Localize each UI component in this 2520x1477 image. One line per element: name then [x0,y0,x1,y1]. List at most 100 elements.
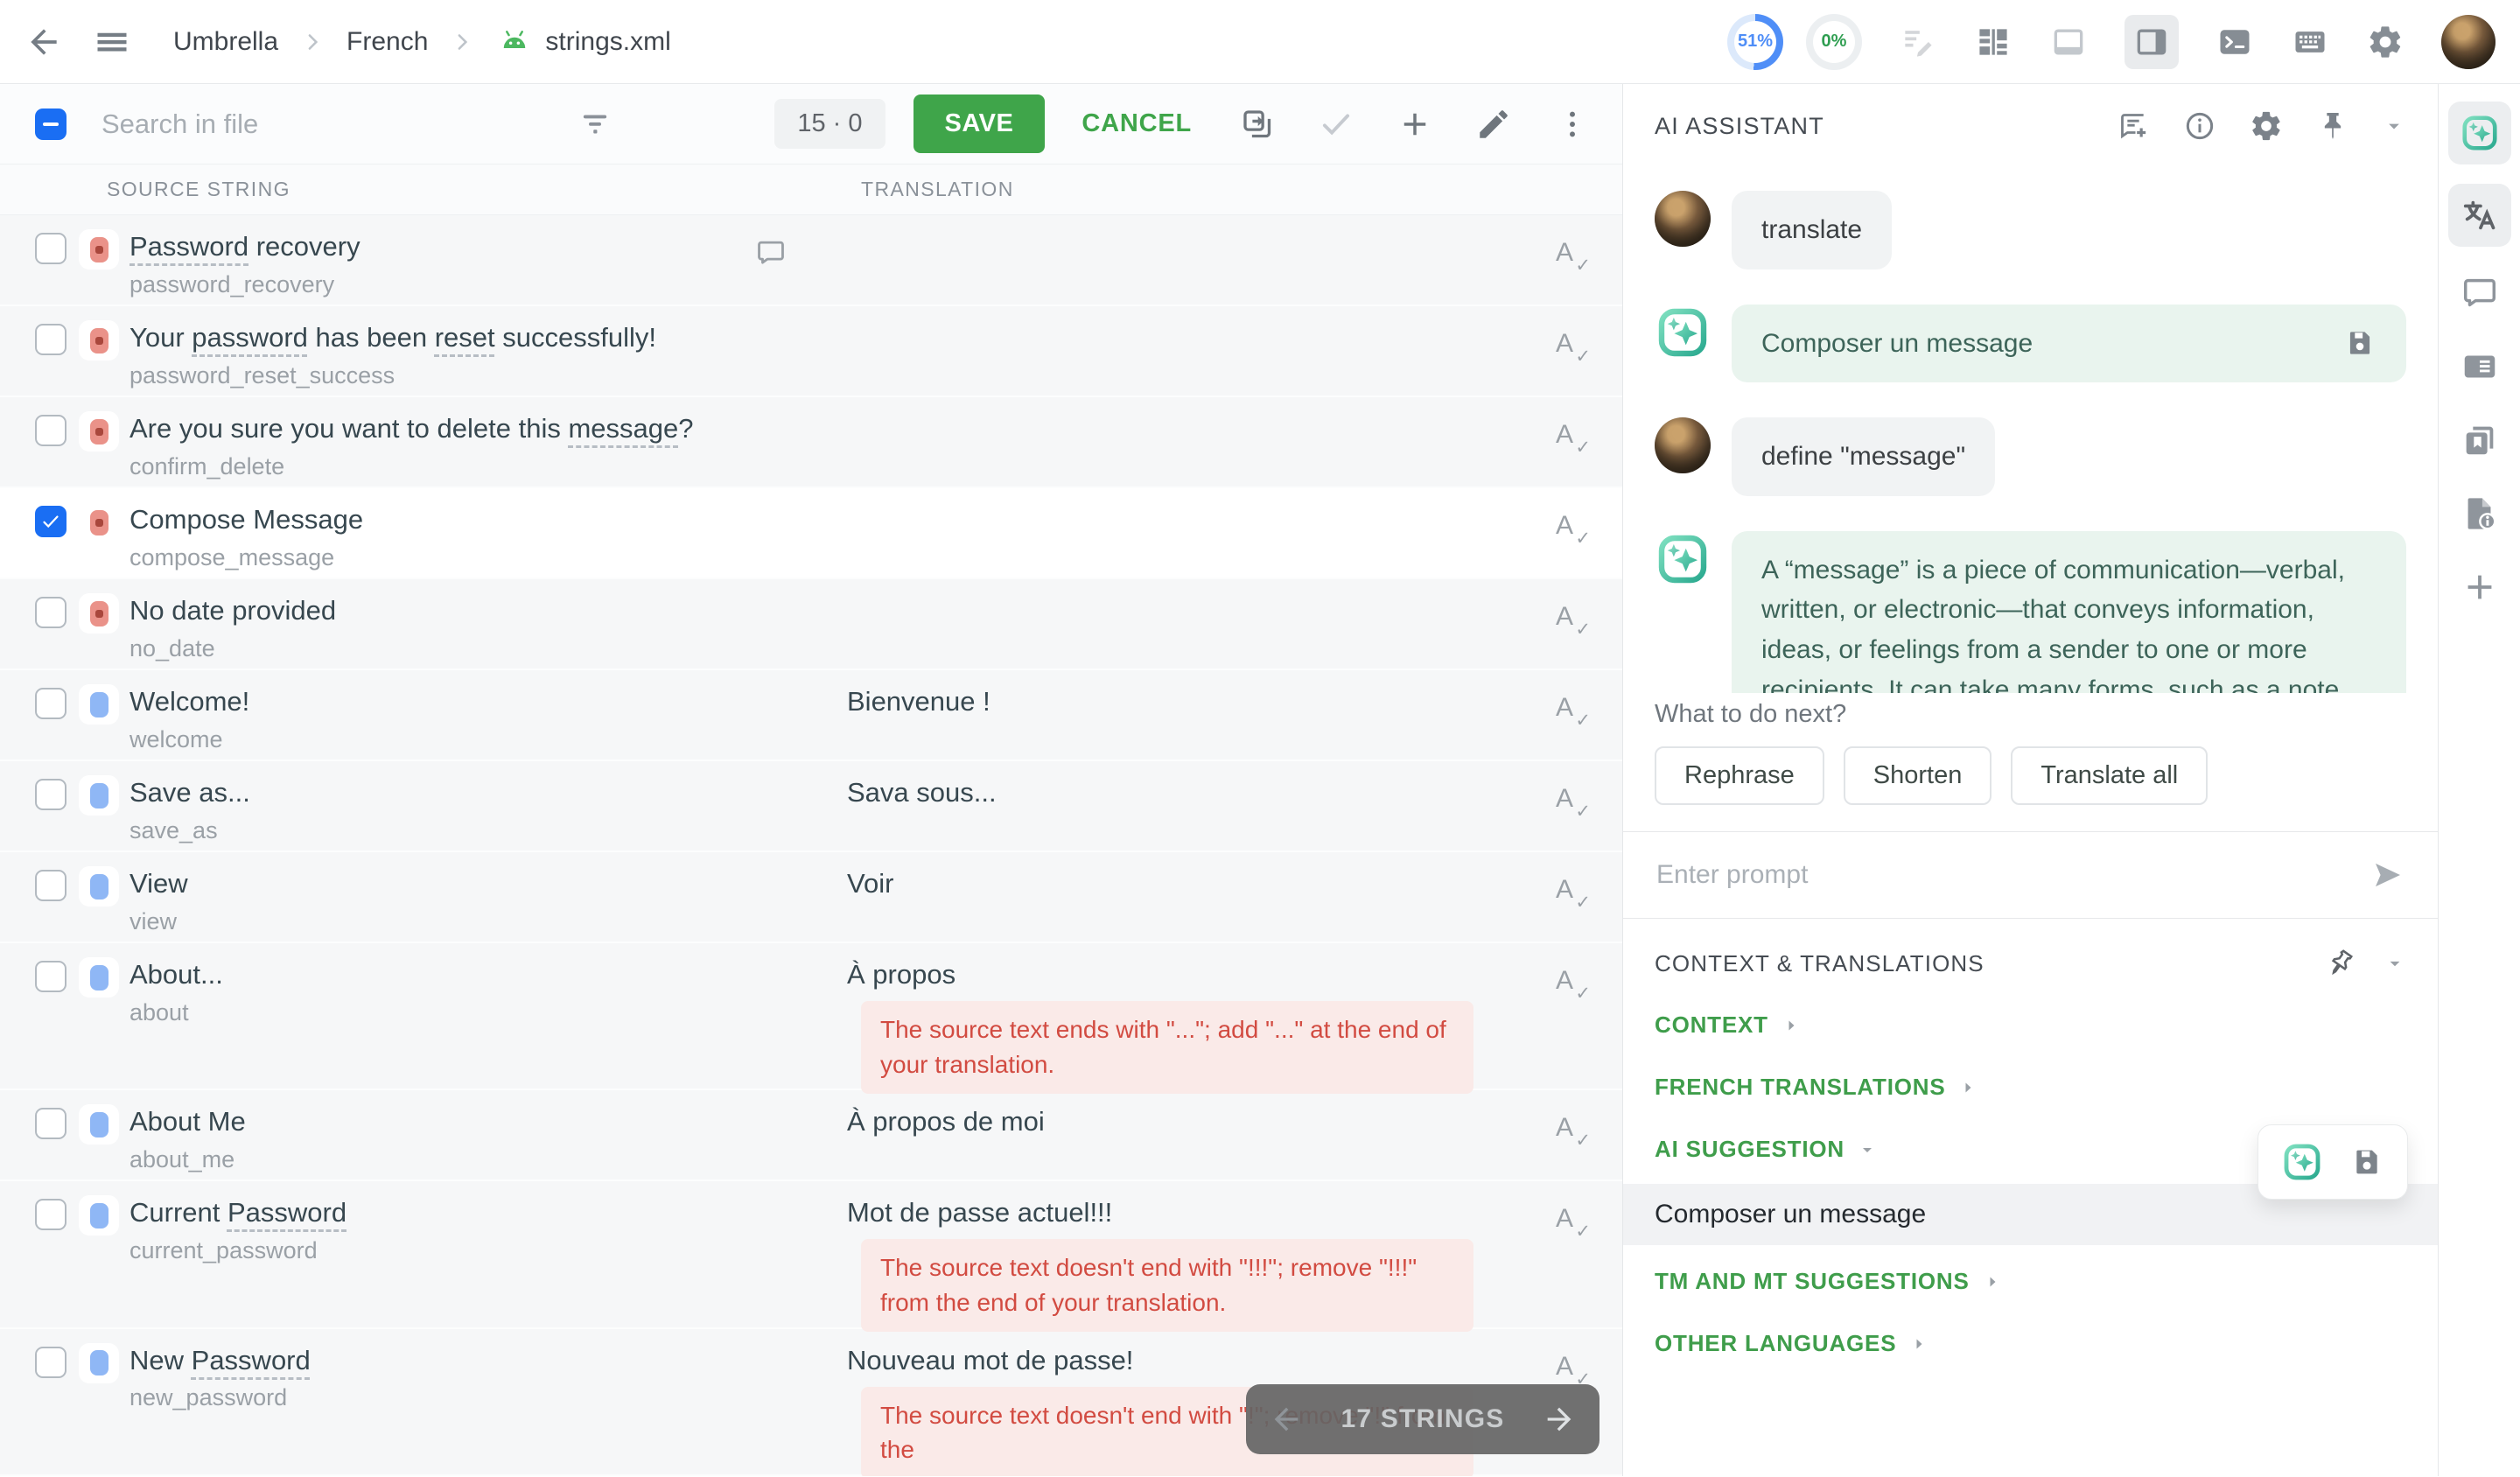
layout-right-icon[interactable] [2132,23,2171,61]
previous-page-icon[interactable] [1269,1402,1304,1437]
cancel-button[interactable]: CANCEL [1076,108,1197,139]
translation-cell[interactable] [847,579,1622,668]
translation-cell[interactable] [847,215,1622,304]
translation-cell[interactable] [847,306,1622,396]
breadcrumb-file[interactable]: strings.xml [496,24,670,60]
approve-icon[interactable]: A✓ [1554,420,1591,458]
string-row[interactable]: Compose Messagecompose_messageA✓ [0,488,1622,579]
rail-translate-button[interactable] [2448,184,2511,247]
terminal-icon[interactable] [2216,23,2254,61]
translation-cell[interactable]: À propos de moi [847,1090,1622,1180]
comment-add-icon[interactable] [2116,108,2151,144]
row-checkbox[interactable] [35,1108,66,1139]
translation-cell[interactable]: Mot de passe actuel!!!The source text do… [847,1181,1622,1326]
string-row[interactable]: Welcome!welcomeBienvenue !A✓ [0,670,1622,761]
active-layout-toggle[interactable] [2124,15,2179,69]
next-page-icon[interactable] [1542,1402,1577,1437]
send-icon[interactable] [2370,857,2406,893]
row-checkbox[interactable] [35,233,66,264]
back-icon[interactable] [24,23,63,61]
approve-icon[interactable]: A✓ [1554,784,1591,822]
string-row[interactable]: Save as...save_asSava sous...A✓ [0,761,1622,852]
approve-icon[interactable]: A✓ [1554,1204,1591,1242]
string-row[interactable]: ViewviewVoirA✓ [0,852,1622,943]
quick-action-translate-all[interactable]: Translate all [2011,746,2208,805]
string-row[interactable]: Your password has been reset successfull… [0,306,1622,397]
chevron-down-icon[interactable] [2384,952,2406,975]
draft-edit-icon[interactable] [1899,23,1937,61]
info-icon[interactable] [2182,108,2217,144]
pin-outline-icon[interactable] [2324,947,2357,980]
string-row[interactable]: No date providedno_dateA✓ [0,579,1622,670]
section-context[interactable]: CONTEXT [1623,994,2438,1056]
gear-icon[interactable] [2249,108,2284,144]
rail-plus-button[interactable] [2448,560,2511,614]
row-checkbox[interactable] [35,1347,66,1378]
approve-icon[interactable]: A✓ [1554,602,1591,640]
translation-cell[interactable] [847,488,1622,578]
row-checkbox[interactable] [35,597,66,628]
filter-icon[interactable] [577,106,613,143]
approve-icon[interactable]: A✓ [1554,511,1591,550]
translation-cell[interactable]: À proposThe source text ends with "...";… [847,943,1622,1088]
section-french-translations[interactable]: FRENCH TRANSLATIONS [1623,1056,2438,1118]
layout-bottom-icon[interactable] [2049,23,2088,61]
breadcrumb-language[interactable]: French [346,27,428,57]
save-suggestion-icon[interactable] [2343,326,2376,360]
breadcrumb-project[interactable]: Umbrella [173,27,278,57]
string-row[interactable]: About...aboutÀ proposThe source text end… [0,943,1622,1090]
quick-action-rephrase[interactable]: Rephrase [1655,746,1824,805]
row-checkbox[interactable] [35,870,66,901]
string-row[interactable]: Current Passwordcurrent_passwordMot de p… [0,1181,1622,1328]
progress-ring[interactable]: 51% [1727,14,1783,70]
kebab-icon[interactable] [1554,106,1591,143]
rail-comment-button[interactable] [2448,266,2511,320]
save-suggestion-icon[interactable] [2349,1144,2384,1180]
gear-icon[interactable] [2366,23,2404,61]
translation-cell[interactable]: Voir [847,852,1622,942]
pin-icon[interactable] [2315,108,2350,144]
quick-action-shorten[interactable]: Shorten [1844,746,1992,805]
section-tm-and-mt-suggestions[interactable]: TM AND MT SUGGESTIONS [1623,1250,2438,1312]
rail-pages-button[interactable] [2448,413,2511,467]
row-checkbox[interactable] [35,506,66,537]
check-icon[interactable] [1318,106,1354,143]
rail-file-info-button[interactable] [2448,486,2511,541]
plus-icon[interactable] [1396,106,1433,143]
keyboard-icon[interactable] [2291,23,2329,61]
string-row[interactable]: Password recoverypassword_recoveryA✓ [0,215,1622,306]
translation-cell[interactable]: Bienvenue ! [847,670,1622,760]
chevron-down-icon[interactable] [2382,114,2406,138]
progress-ring[interactable]: 0% [1806,14,1862,70]
row-checkbox[interactable] [35,779,66,810]
search-input[interactable] [100,108,577,141]
approve-icon[interactable]: A✓ [1554,875,1591,914]
comment-icon[interactable] [754,236,788,270]
rail-ai-sparkle-button[interactable] [2448,102,2511,164]
approve-icon[interactable]: A✓ [1554,693,1591,732]
copy-source-icon[interactable] [1239,106,1276,143]
row-checkbox[interactable] [35,1199,66,1230]
row-checkbox[interactable] [35,415,66,446]
row-checkbox[interactable] [35,324,66,355]
row-checkbox[interactable] [35,961,66,992]
layout-columns-icon[interactable] [1974,23,2012,61]
ai-sparkle-icon[interactable] [2281,1141,2323,1183]
avatar[interactable] [2441,15,2496,69]
row-checkbox[interactable] [35,688,66,719]
pencil-icon[interactable] [1475,106,1512,143]
ai-suggestion-value[interactable]: Composer un message [1623,1184,2438,1245]
section-other-languages[interactable]: OTHER LANGUAGES [1623,1312,2438,1375]
approve-icon[interactable]: A✓ [1554,238,1591,276]
approve-icon[interactable]: A✓ [1554,1113,1591,1152]
translation-cell[interactable] [847,397,1622,486]
menu-icon[interactable] [93,23,131,61]
string-row[interactable]: About Meabout_meÀ propos de moiA✓ [0,1090,1622,1181]
approve-icon[interactable]: A✓ [1554,966,1591,1004]
string-row[interactable]: Are you sure you want to delete this mes… [0,397,1622,488]
approve-icon[interactable]: A✓ [1554,329,1591,368]
translation-cell[interactable]: Sava sous... [847,761,1622,850]
prompt-input[interactable] [1655,859,2370,891]
save-button[interactable]: SAVE [914,94,1046,153]
rail-card-button[interactable] [2448,340,2511,394]
